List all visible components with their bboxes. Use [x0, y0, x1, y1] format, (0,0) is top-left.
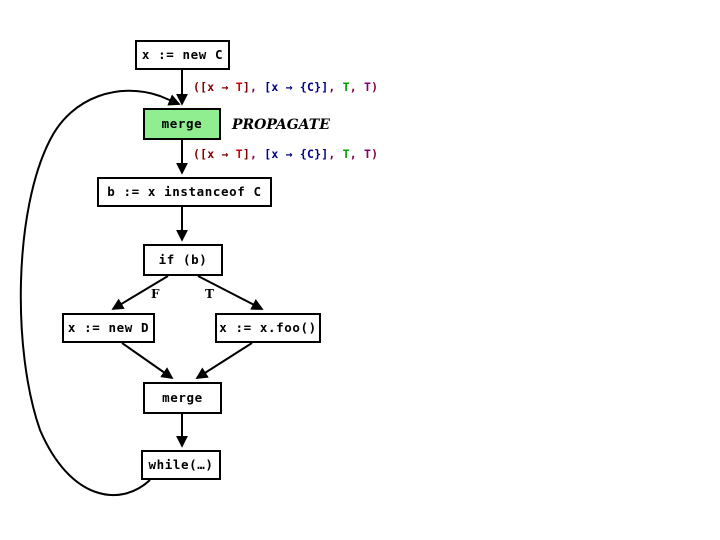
- fact-segment-11: ): [371, 80, 379, 94]
- edge-newd-to-merge: [121, 342, 174, 380]
- node-x-assign-x-foo[interactable]: x := x.foo(): [215, 313, 321, 343]
- fact-segment-0: ([x: [193, 147, 222, 161]
- node-merge-bottom[interactable]: merge: [143, 382, 222, 414]
- true-branch-label: T: [205, 287, 214, 301]
- node-x-assign-new-d[interactable]: x := new D: [62, 313, 155, 343]
- fact-segment-5: ,: [250, 80, 265, 94]
- fact-segment-8: T: [342, 80, 350, 94]
- dataflow-fact-above-merge: ([x → T], [x → {C}], T, T): [193, 80, 379, 94]
- fact-segment-0: ([x: [193, 80, 222, 94]
- fact-segment-6: [x → {C}]: [264, 147, 329, 161]
- node-if-b[interactable]: if (b): [143, 244, 223, 276]
- fact-segment-7: ,: [328, 147, 343, 161]
- fact-segment-1: →: [221, 147, 229, 161]
- fact-segment-8: T: [342, 147, 350, 161]
- fact-segment-9: ,: [349, 147, 364, 161]
- edge-foo-to-merge: [195, 342, 253, 379]
- fact-segment-3: T: [235, 80, 243, 94]
- fact-segment-11: ): [371, 147, 379, 161]
- node-while-loop[interactable]: while(…): [141, 450, 221, 480]
- fact-segment-4: ]: [242, 80, 250, 94]
- diagram-canvas: x := new D --> x := x.foo() --> x := new…: [0, 0, 720, 540]
- fact-segment-5: ,: [250, 147, 265, 161]
- node-x-assign-new-c[interactable]: x := new C: [135, 40, 230, 70]
- dataflow-fact-below-merge: ([x → T], [x → {C}], T, T): [193, 147, 379, 161]
- fact-segment-2: [229, 80, 236, 94]
- false-branch-label: F: [151, 287, 160, 301]
- fact-segment-3: T: [235, 147, 243, 161]
- node-b-assign-x-instanceof-c[interactable]: b := x instanceof C: [97, 177, 272, 207]
- propagate-label: PROPAGATE: [232, 117, 330, 133]
- fact-segment-2: [229, 147, 236, 161]
- fact-segment-1: →: [221, 80, 229, 94]
- fact-segment-9: ,: [349, 80, 364, 94]
- fact-segment-6: [x → {C}]: [264, 80, 329, 94]
- fact-segment-4: ]: [242, 147, 250, 161]
- fact-segment-7: ,: [328, 80, 343, 94]
- node-merge-top[interactable]: merge: [143, 108, 221, 140]
